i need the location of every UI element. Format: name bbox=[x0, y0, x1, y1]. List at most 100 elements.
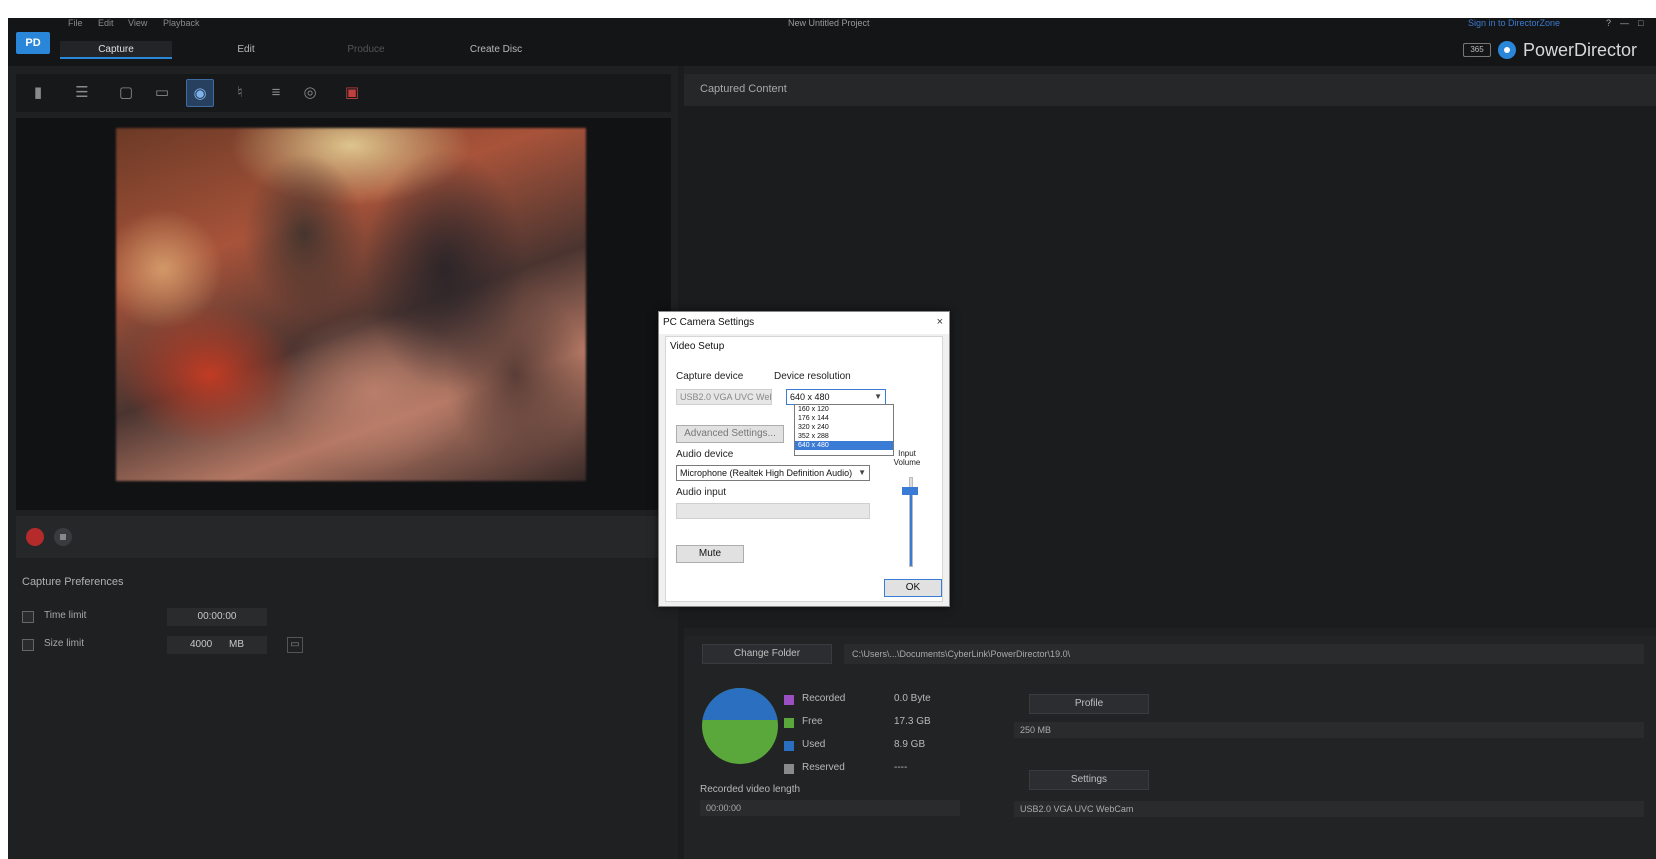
input-volume-label: Input Volume bbox=[893, 449, 921, 467]
legend-swatch-free bbox=[784, 718, 794, 728]
capture-source-toolbar: ▮ ☰ ▢ ▭ ◉ ♮ ≡ ◎ ▣ bbox=[16, 74, 671, 112]
legend-label: Recorded bbox=[802, 693, 846, 704]
capture-preferences: Capture Preferences Time limit 00:00:00 … bbox=[16, 566, 671, 859]
input-volume-thumb[interactable] bbox=[902, 486, 918, 495]
legend-value: 17.3 GB bbox=[894, 716, 931, 727]
close-icon[interactable]: × bbox=[937, 316, 943, 328]
prefs-title: Capture Preferences bbox=[22, 576, 124, 588]
size-limit-settings-icon[interactable]: ▭ bbox=[287, 637, 303, 653]
microphone-icon[interactable]: ♮ bbox=[226, 79, 254, 107]
record-button[interactable] bbox=[26, 528, 44, 546]
help-button[interactable]: ? bbox=[1606, 18, 1611, 28]
webcam-icon[interactable]: ◉ bbox=[186, 79, 214, 107]
menu-view[interactable]: View bbox=[128, 18, 147, 28]
time-limit-field[interactable]: 00:00:00 bbox=[167, 608, 267, 626]
device-resolution-label: Device resolution bbox=[774, 371, 851, 382]
menu-playback[interactable]: Playback bbox=[163, 18, 200, 28]
input-volume-fill bbox=[910, 491, 912, 566]
legend-value: ---- bbox=[894, 762, 908, 773]
powerdirector-logo-icon bbox=[1498, 41, 1516, 59]
size-limit-label: Size limit bbox=[44, 638, 85, 649]
settings-value: USB2.0 VGA UVC WebCam bbox=[1014, 801, 1644, 817]
app-logo: PD bbox=[16, 32, 50, 54]
recorded-length-value: 00:00:00 bbox=[700, 800, 960, 816]
menu-edit[interactable]: Edit bbox=[98, 18, 114, 28]
dialog-body: Video Setup Capture device Device resolu… bbox=[665, 336, 943, 602]
settings-button[interactable]: Settings bbox=[1029, 770, 1149, 790]
device-resolution-value: 640 x 480 bbox=[790, 392, 830, 402]
profile-button[interactable]: Profile bbox=[1029, 694, 1149, 714]
pc-camera-settings-dialog: PC Camera Settings × Video Setup Capture… bbox=[658, 311, 950, 607]
advanced-settings-button[interactable]: Advanced Settings... bbox=[676, 425, 784, 443]
tv-icon[interactable]: ▢ bbox=[112, 79, 140, 107]
disk-usage-pie-chart bbox=[702, 688, 778, 764]
recorded-length-label: Recorded video length bbox=[700, 784, 801, 795]
resolution-option[interactable]: 352 x 288 bbox=[795, 432, 893, 441]
legend-value: 0.0 Byte bbox=[894, 693, 931, 704]
dialog-title: PC Camera Settings bbox=[663, 317, 755, 328]
resolution-option[interactable]: 160 x 120 bbox=[795, 405, 893, 414]
dvd-icon[interactable]: ◎ bbox=[296, 79, 324, 107]
maximize-button[interactable]: □ bbox=[1638, 18, 1643, 28]
transport-controls bbox=[16, 516, 671, 558]
dialog-titlebar: PC Camera Settings × bbox=[659, 312, 949, 334]
content-title: Captured Content bbox=[700, 83, 787, 95]
resolution-option[interactable]: 640 x 480 bbox=[795, 441, 893, 450]
size-limit-checkbox[interactable] bbox=[22, 639, 34, 651]
mode-bar: PD Capture Edit Produce Create Disc 365 … bbox=[8, 28, 1656, 66]
tab-capture[interactable]: Capture bbox=[60, 41, 172, 59]
legend-swatch-reserved bbox=[784, 764, 794, 774]
title-bar: File Edit View Playback New Untitled Pro… bbox=[8, 18, 1656, 28]
cd-icon[interactable]: ≡ bbox=[262, 79, 290, 107]
pie-slice-used bbox=[702, 688, 778, 721]
device-resolution-select[interactable]: 640 x 480 ▼ bbox=[786, 389, 886, 405]
profile-value: 250 MB bbox=[1014, 722, 1644, 738]
tab-edit[interactable]: Edit bbox=[190, 41, 302, 59]
legend-used: Used 8.9 GB bbox=[784, 738, 984, 754]
ok-button[interactable]: OK bbox=[884, 579, 942, 597]
audio-input-label: Audio input bbox=[676, 487, 727, 498]
sign-in-link[interactable]: Sign in to DirectorZone bbox=[1468, 18, 1560, 28]
minimize-button[interactable]: — bbox=[1620, 18, 1629, 28]
mute-button[interactable]: Mute bbox=[676, 545, 744, 563]
legend-free: Free 17.3 GB bbox=[784, 715, 984, 731]
tab-produce[interactable]: Produce bbox=[310, 41, 422, 59]
legend-label: Free bbox=[802, 716, 823, 727]
tab-create-disc[interactable]: Create Disc bbox=[440, 41, 552, 59]
audio-device-value: Microphone (Realtek High Definition Audi… bbox=[680, 468, 853, 478]
chevron-down-icon: ▼ bbox=[858, 468, 866, 477]
product-name: PowerDirector bbox=[1523, 40, 1638, 60]
time-limit-checkbox[interactable] bbox=[22, 611, 34, 623]
screen-record-icon[interactable]: ▣ bbox=[338, 79, 366, 107]
content-header: Captured Content bbox=[684, 74, 1656, 106]
legend-swatch-recorded bbox=[784, 695, 794, 705]
legend-label: Reserved bbox=[802, 762, 845, 773]
menu-file[interactable]: File bbox=[68, 18, 83, 28]
time-limit-label: Time limit bbox=[44, 610, 87, 621]
audio-device-label: Audio device bbox=[676, 449, 734, 460]
size-limit-field[interactable]: 4000 MB bbox=[167, 636, 267, 654]
time-limit-row: Time limit 00:00:00 bbox=[22, 608, 622, 626]
resolution-option[interactable]: 320 x 240 bbox=[795, 423, 893, 432]
hdv-camera-icon[interactable]: ☰ bbox=[68, 79, 96, 107]
legend-label: Used bbox=[802, 739, 826, 750]
subscription-badge[interactable]: 365 bbox=[1463, 43, 1491, 57]
tab-video-setup[interactable]: Video Setup bbox=[670, 341, 724, 352]
legend-value: 8.9 GB bbox=[894, 739, 926, 750]
legend-reserved: Reserved ---- bbox=[784, 761, 984, 777]
size-limit-row: Size limit 4000 MB ▭ bbox=[22, 636, 622, 654]
resolution-option[interactable]: 176 x 144 bbox=[795, 414, 893, 423]
capture-device-select[interactable]: USB2.0 VGA UVC WebCam bbox=[676, 389, 772, 405]
dv-camera-icon[interactable]: ▮ bbox=[24, 79, 52, 107]
chevron-down-icon: ▼ bbox=[874, 392, 882, 401]
size-limit-unit: MB bbox=[229, 639, 245, 650]
audio-input-select[interactable] bbox=[676, 503, 870, 519]
project-title: New Untitled Project bbox=[788, 18, 870, 28]
capture-device-label: Capture device bbox=[676, 371, 744, 382]
resolution-dropdown-list[interactable]: 160 x 120 176 x 144 320 x 240 352 x 288 … bbox=[794, 404, 894, 456]
audio-device-select[interactable]: Microphone (Realtek High Definition Audi… bbox=[676, 465, 870, 481]
dtv-icon[interactable]: ▭ bbox=[148, 79, 176, 107]
storage-info: Change Folder C:\Users\...\Documents\Cyb… bbox=[684, 636, 1656, 859]
stop-button[interactable] bbox=[54, 528, 72, 546]
change-folder-button[interactable]: Change Folder bbox=[702, 644, 832, 664]
